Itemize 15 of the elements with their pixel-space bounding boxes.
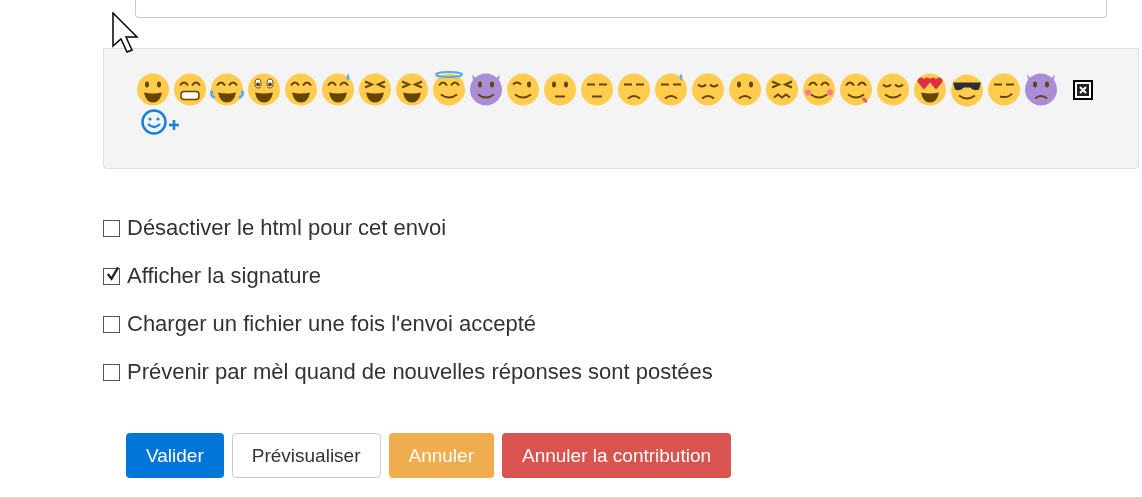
add-emoji-icon[interactable] <box>141 108 181 136</box>
cancel-contribution-button[interactable]: Annuler la contribution <box>502 433 732 478</box>
checkbox-label: Charger un fichier une fois l'envoi accepté <box>127 311 536 337</box>
checkbox-label: Prévenir par mèl quand de nouvelles réponses sont postées <box>127 359 713 385</box>
preview-button[interactable]: Prévisualiser <box>231 433 381 478</box>
checkbox-label: Désactiver le html pour cet envoi <box>127 215 447 241</box>
checkbox-label: Afficher la signature <box>127 263 322 289</box>
submit-button[interactable]: Valider <box>126 433 224 478</box>
checkbox[interactable] <box>103 219 120 237</box>
checkbox[interactable] <box>103 267 120 285</box>
checkbox[interactable] <box>103 315 120 333</box>
broken-image-icon <box>1073 79 1093 100</box>
halo-face-icon[interactable] <box>431 70 467 107</box>
message-field[interactable] <box>135 0 1107 18</box>
checkbox[interactable] <box>103 363 120 381</box>
